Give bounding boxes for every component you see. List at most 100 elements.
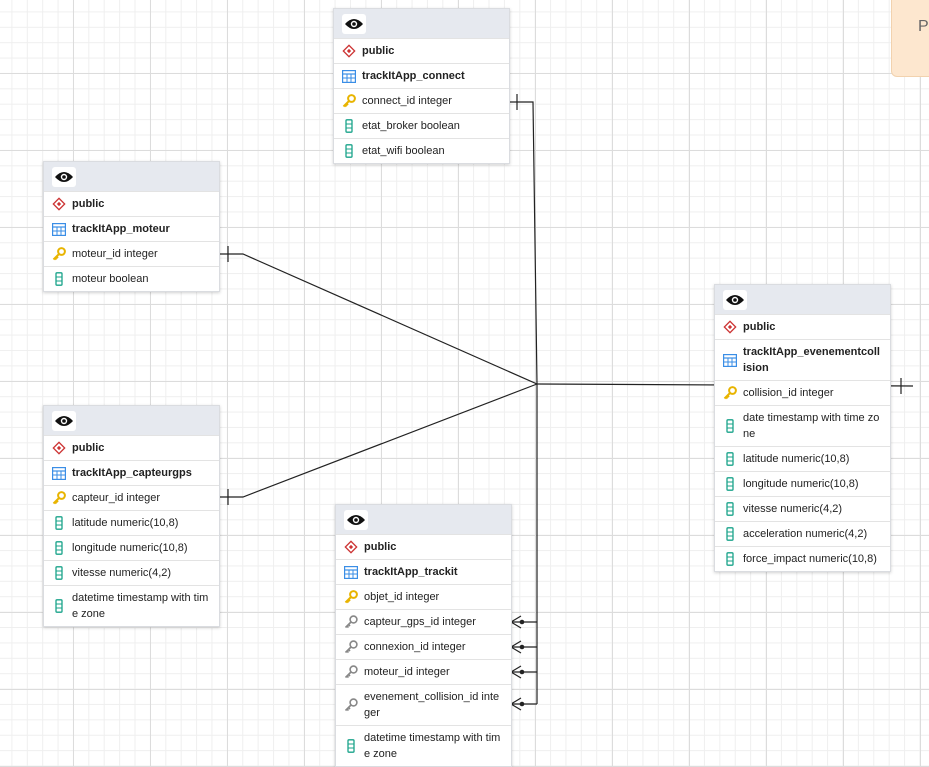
table-name-row[interactable]: trackItApp_evenementcollision <box>715 339 890 380</box>
column-row[interactable]: capteur_id integer <box>44 485 219 510</box>
column-row[interactable]: connexion_id integer <box>336 634 511 659</box>
link-capteurgps <box>220 383 538 498</box>
eye-icon[interactable] <box>342 13 366 34</box>
column-row[interactable]: date timestamp with time zone <box>715 405 890 446</box>
column-row[interactable]: evenement_collision_id integer <box>336 684 511 725</box>
note-text: P <box>918 18 929 35</box>
column-icon <box>342 119 356 133</box>
column-label: latitude numeric(10,8) <box>72 517 179 529</box>
column-label: moteur_id integer <box>72 248 158 260</box>
table-trackit[interactable]: public trackItApp_trackit objet_id integer… <box>335 504 512 767</box>
eye-icon[interactable] <box>344 509 368 530</box>
table-name-row[interactable]: trackItApp_trackit <box>336 559 511 584</box>
schema-row[interactable]: public <box>44 191 219 216</box>
dot-capteur <box>519 619 525 625</box>
column-icon <box>723 452 737 466</box>
column-label: collision_id integer <box>743 387 834 399</box>
schema-row[interactable]: public <box>334 38 509 63</box>
column-row[interactable]: moteur_id integer <box>336 659 511 684</box>
foreign-key-icon <box>344 615 358 629</box>
table-moteur[interactable]: public trackItApp_moteur moteur_id integer… <box>43 161 220 292</box>
column-icon <box>723 552 737 566</box>
schema-label: public <box>743 321 776 333</box>
column-label: moteur boolean <box>72 273 149 285</box>
column-icon <box>723 527 737 541</box>
column-label: force_impact numeric(10,8) <box>743 553 877 565</box>
schema-row[interactable]: public <box>44 435 219 460</box>
column-label: etat_wifi boolean <box>362 145 445 157</box>
column-label: moteur_id integer <box>364 666 450 678</box>
eye-icon[interactable] <box>723 289 747 310</box>
table-capteurgps[interactable]: public trackItApp_capteurgps capteur_id in… <box>43 405 220 627</box>
column-icon <box>723 502 737 516</box>
column-row[interactable]: longitude numeric(10,8) <box>44 535 219 560</box>
table-connect[interactable]: public trackItApp_connect connect_id integ… <box>333 8 510 164</box>
table-name: trackItApp_evenementcollision <box>743 346 880 374</box>
schema-row[interactable]: public <box>715 314 890 339</box>
column-row[interactable]: force_impact numeric(10,8) <box>715 546 890 571</box>
table-name-row[interactable]: trackItApp_connect <box>334 63 509 88</box>
table-header <box>715 285 890 314</box>
column-row[interactable]: moteur boolean <box>44 266 219 291</box>
column-label: longitude numeric(10,8) <box>72 542 188 554</box>
note-box[interactable]: P <box>891 0 929 77</box>
schema-row[interactable]: public <box>336 534 511 559</box>
table-name: trackItApp_moteur <box>72 223 170 235</box>
column-label: latitude numeric(10,8) <box>743 453 850 465</box>
column-row[interactable]: latitude numeric(10,8) <box>715 446 890 471</box>
column-row[interactable]: etat_broker boolean <box>334 113 509 138</box>
column-label: capteur_gps_id integer <box>364 616 476 628</box>
column-row[interactable]: collision_id integer <box>715 380 890 405</box>
table-name-row[interactable]: trackItApp_moteur <box>44 216 219 241</box>
eye-icon[interactable] <box>52 410 76 431</box>
column-row[interactable]: latitude numeric(10,8) <box>44 510 219 535</box>
column-icon <box>342 144 356 158</box>
column-icon <box>52 599 66 613</box>
column-row[interactable]: acceleration numeric(4,2) <box>715 521 890 546</box>
primary-key-icon <box>723 386 737 400</box>
table-icon <box>344 565 358 579</box>
column-row[interactable]: vitesse numeric(4,2) <box>44 560 219 585</box>
column-icon <box>723 419 737 433</box>
column-label: date timestamp with time zone <box>743 412 880 440</box>
column-label: connect_id integer <box>362 95 452 107</box>
column-label: connexion_id integer <box>364 641 466 653</box>
schema-label: public <box>72 442 105 454</box>
table-icon <box>52 466 66 480</box>
schema-icon <box>723 320 737 334</box>
column-icon <box>52 566 66 580</box>
table-header <box>334 9 509 38</box>
column-row[interactable]: vitesse numeric(4,2) <box>715 496 890 521</box>
column-icon <box>344 739 358 753</box>
table-name-row[interactable]: trackItApp_capteurgps <box>44 460 219 485</box>
column-label: datetime timestamp with time zone <box>72 592 209 620</box>
column-label: acceleration numeric(4,2) <box>743 528 868 540</box>
column-row[interactable]: connect_id integer <box>334 88 509 113</box>
dot-moteur <box>519 669 525 675</box>
primary-key-icon <box>52 491 66 505</box>
column-icon <box>723 477 737 491</box>
column-row[interactable]: capteur_gps_id integer <box>336 609 511 634</box>
column-icon <box>52 541 66 555</box>
column-row[interactable]: moteur_id integer <box>44 241 219 266</box>
column-row[interactable]: longitude numeric(10,8) <box>715 471 890 496</box>
column-label: etat_broker boolean <box>362 120 460 132</box>
eye-icon[interactable] <box>52 166 76 187</box>
schema-label: public <box>362 45 395 57</box>
column-icon <box>52 516 66 530</box>
column-label: vitesse numeric(4,2) <box>72 567 172 579</box>
table-icon <box>342 69 356 83</box>
dot-connexion <box>519 644 525 650</box>
schema-icon <box>52 441 66 455</box>
column-icon <box>52 272 66 286</box>
table-evenement[interactable]: public trackItApp_evenementcollisioncolli… <box>714 284 891 572</box>
column-label: vitesse numeric(4,2) <box>743 503 843 515</box>
column-row[interactable]: datetime timestamp with time zone <box>336 725 511 766</box>
link-connect <box>509 101 538 385</box>
table-header <box>336 505 511 534</box>
column-row[interactable]: etat_wifi boolean <box>334 138 509 163</box>
column-row[interactable]: datetime timestamp with time zone <box>44 585 219 626</box>
column-row[interactable]: objet_id integer <box>336 584 511 609</box>
foreign-key-icon <box>344 640 358 654</box>
schema-label: public <box>364 541 397 553</box>
